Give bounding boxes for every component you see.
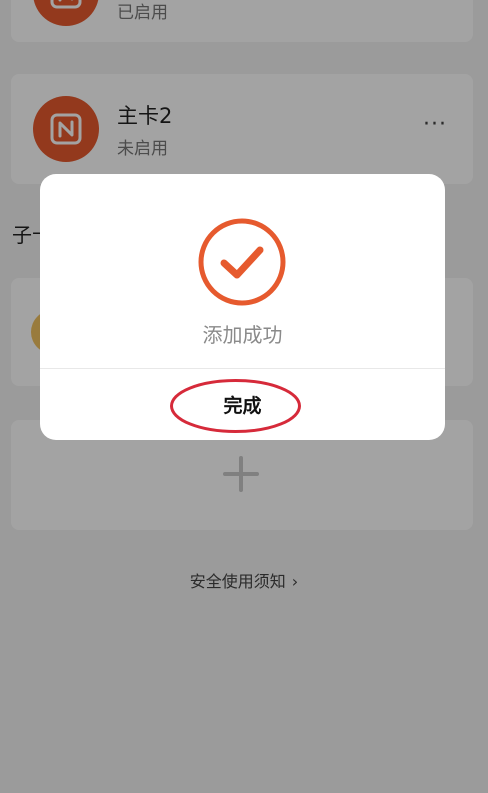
check-circle-icon (198, 218, 286, 306)
success-dialog: 添加成功 完成 (40, 174, 445, 440)
success-message: 添加成功 (202, 323, 283, 347)
done-button[interactable]: 完成 (40, 369, 445, 440)
